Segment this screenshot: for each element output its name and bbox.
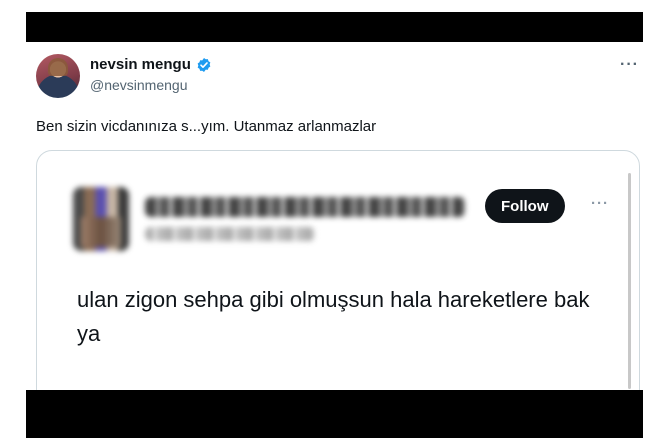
author-name[interactable]: nevsin mengu: [90, 56, 191, 73]
quoted-more-options-icon[interactable]: ···: [591, 195, 609, 212]
more-options-icon[interactable]: ···: [620, 56, 639, 74]
quoted-tweet-text: ulan zigon sehpa gibi olmuşsun hala hare…: [77, 287, 590, 346]
tweet-text: Ben sizin vicdanınıza s...yım. Utanmaz a…: [36, 118, 377, 135]
scrollbar[interactable]: [628, 173, 631, 389]
follow-button[interactable]: Follow: [485, 189, 565, 223]
author-name-row: nevsin mengu: [90, 56, 212, 73]
quoted-author-name-blurred: [145, 197, 465, 217]
tweet-card: nevsin mengu @nevsinmengu ··· Ben sizin …: [26, 42, 643, 390]
quoted-avatar-blurred[interactable]: [73, 187, 129, 251]
letterbox-top-bar: [26, 12, 643, 42]
verified-badge-icon: [197, 57, 211, 72]
author-handle[interactable]: @nevsinmengu: [90, 77, 188, 93]
quoted-author-handle-blurred: [145, 227, 315, 241]
author-avatar[interactable]: [36, 54, 80, 98]
letterbox-bottom-bar: [26, 390, 643, 438]
quoted-tweet[interactable]: Follow ··· ulan zigon sehpa gibi olmuşsu…: [36, 150, 640, 390]
